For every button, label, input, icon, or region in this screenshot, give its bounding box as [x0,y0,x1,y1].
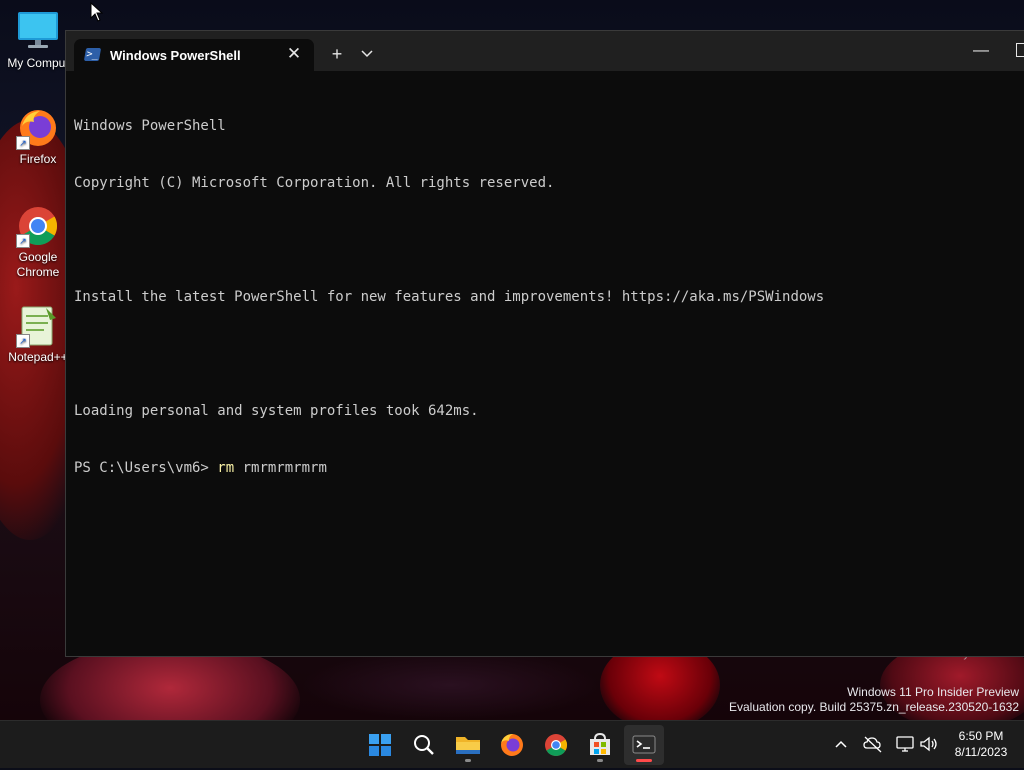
running-indicator [465,759,471,762]
running-indicator [597,759,603,762]
show-hidden-icons-button[interactable] [832,735,850,753]
chrome-icon: ↗ [16,204,60,248]
desktop-icon-google-chrome[interactable]: ↗ Google Chrome [4,204,72,280]
powershell-window[interactable]: >_ Windows PowerShell ✕ + — Windows Powe… [65,30,1024,657]
terminal-line: Copyright (C) Microsoft Corporation. All… [74,175,555,191]
desktop-icon-firefox[interactable]: ↗ Firefox [4,106,72,167]
search-button[interactable] [404,725,444,765]
tab-windows-powershell[interactable]: >_ Windows PowerShell ✕ [74,39,314,71]
minimize-button[interactable]: — [969,41,993,65]
firefox-icon [501,734,523,756]
command-args: rmrmrmrmrm [234,460,327,476]
start-button[interactable] [360,725,400,765]
desktop-icon-label: Firefox [19,152,57,166]
onedrive-offline-icon[interactable] [862,733,884,755]
prompt-line[interactable]: PS C:\Users\vm6> rm rmrmrmrmrm [74,459,1024,478]
desktop-icon-label: My Comput [7,56,69,70]
powershell-icon: >_ [83,48,102,61]
tab-dropdown-button[interactable] [356,43,378,65]
firefox-icon: ↗ [16,106,60,150]
volume-icon[interactable] [918,733,940,755]
command-text: rm [217,460,235,476]
shortcut-arrow-icon: ↗ [16,234,30,248]
tab-title: Windows PowerShell [110,48,241,63]
start-icon [369,734,391,756]
desktop-icon-my-computer[interactable]: My Comput [4,10,72,71]
notepad-plus-plus-icon: ↗ [16,304,60,348]
mouse-cursor-icon [90,2,104,22]
taskbar-firefox[interactable] [492,725,532,765]
prompt: PS C:\Users\vm6> [74,460,218,476]
taskbar-chrome[interactable] [536,725,576,765]
terminal-output[interactable]: Windows PowerShell Copyright (C) Microso… [74,79,1024,648]
close-tab-icon[interactable]: ✕ [284,44,304,64]
computer-icon [16,10,60,54]
watermark-line-1: Windows 11 Pro Insider Preview [847,685,1019,699]
clock-date: 8/11/2023 [954,745,1008,759]
taskbar-microsoft-store[interactable] [580,725,620,765]
terminal-line: Loading personal and system profiles too… [74,403,479,419]
system-clock[interactable]: 6:50 PM 8/11/2023 [946,728,1016,760]
search-icon [414,735,434,755]
terminal-line: Install the latest PowerShell for new fe… [74,289,825,305]
new-tab-button[interactable]: + [326,43,348,65]
terminal-line: Windows PowerShell [74,118,226,134]
clock-time: 6:50 PM [958,729,1004,743]
desktop-icon-notepad-plus-plus[interactable]: ↗ Notepad++ [4,304,72,365]
desktop-icon-label: Notepad++ [8,350,68,364]
chevron-up-icon [835,740,847,748]
taskbar: 6:50 PM 8/11/2023 [0,720,1024,768]
taskbar-file-explorer[interactable] [448,725,488,765]
chevron-down-icon [361,50,373,58]
network-icon[interactable] [894,733,916,755]
desktop-icon-label: Google Chrome [16,250,60,279]
watermark-line-2: Evaluation copy. Build 25375.zn_release.… [729,700,1019,714]
active-indicator [636,759,652,762]
chrome-icon [545,734,567,756]
taskbar-terminal[interactable] [624,725,664,765]
shortcut-arrow-icon: ↗ [16,334,30,348]
maximize-button[interactable] [1016,43,1024,57]
shortcut-arrow-icon: ↗ [16,136,30,150]
title-bar[interactable]: >_ Windows PowerShell ✕ + — [66,31,1024,71]
windows-watermark: Windows 11 Pro Insider Preview Evaluatio… [729,685,1019,715]
